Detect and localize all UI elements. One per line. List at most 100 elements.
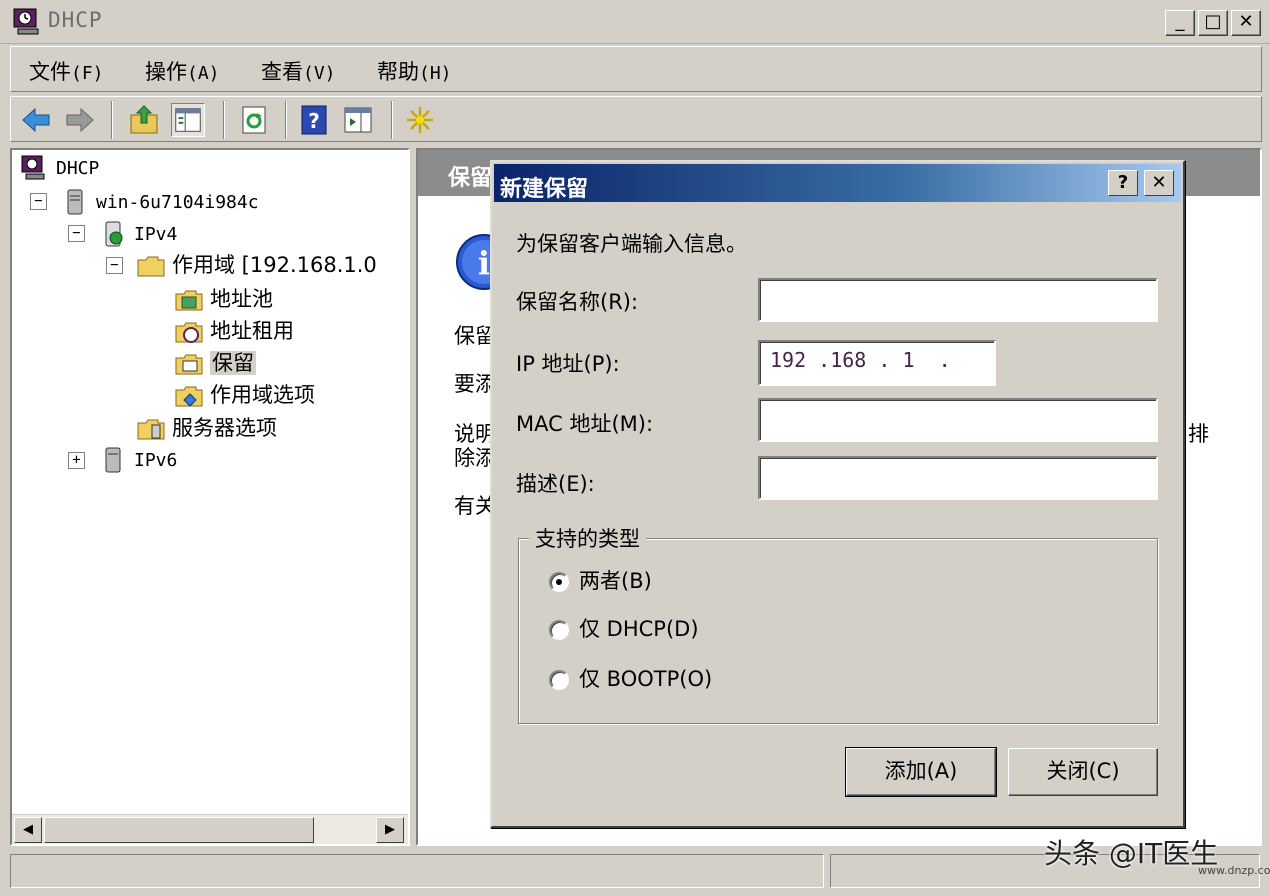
tree-node-ipv6[interactable]: IPv6 — [98, 444, 177, 474]
scroll-thumb[interactable] — [44, 817, 314, 843]
scroll-left-button[interactable]: ◀ — [14, 817, 42, 843]
dialog-prompt: 为保留客户端输入信息。 — [516, 232, 747, 256]
reservation-name-input[interactable] — [758, 278, 1158, 322]
tree-label: 保留 — [210, 351, 256, 375]
tree-collapse-toggle[interactable]: − — [106, 257, 123, 274]
folder-icon — [137, 256, 165, 277]
tree-node-reservations[interactable]: 保留 — [174, 348, 256, 378]
description-label: 描述(E): — [516, 472, 595, 496]
close-window-button[interactable]: ✕ — [1231, 10, 1261, 36]
radio-label: 仅 DHCP(D) — [579, 617, 699, 641]
menu-view[interactable]: 查看(V) — [261, 56, 336, 86]
tree-node-server[interactable]: win-6u7104i984c — [60, 186, 259, 216]
tree-label: IPv6 — [134, 450, 178, 471]
radio-label: 两者(B) — [579, 569, 652, 593]
watermark: 头条 @IT医生 — [1044, 837, 1219, 870]
tree-label: DHCP — [56, 158, 100, 179]
scroll-right-button[interactable]: ▶ — [376, 817, 404, 843]
back-icon[interactable] — [19, 103, 53, 137]
menu-bar: 文件(F) 操作(A) 查看(V) 帮助(H) — [10, 46, 1262, 92]
tree-node-ipv4[interactable]: IPv4 — [98, 218, 177, 248]
toolbar: ? — [10, 96, 1262, 142]
dialog-help-button[interactable]: ? — [1108, 170, 1138, 196]
status-panel — [10, 854, 824, 888]
maximize-button[interactable]: □ — [1198, 10, 1228, 36]
tree-node-scope-options[interactable]: 作用域选项 — [174, 380, 315, 410]
radio-both[interactable]: 两者(B) — [549, 565, 652, 595]
server-icon — [67, 189, 83, 215]
ip-address-label: IP 地址(P): — [516, 352, 620, 376]
supported-types-group: 支持的类型 两者(B) 仅 DHCP(D) 仅 BOOTP(O) — [518, 523, 1158, 724]
close-button[interactable]: 关闭(C) — [1008, 748, 1158, 796]
tree-label: 作用域选项 — [210, 383, 315, 407]
reservations-icon — [175, 354, 203, 375]
radio-button[interactable] — [549, 670, 569, 690]
radio-dhcp-only[interactable]: 仅 DHCP(D) — [549, 613, 699, 643]
scope-options-icon — [175, 386, 203, 407]
minimize-button[interactable]: _ — [1165, 10, 1195, 36]
description-input[interactable] — [758, 456, 1158, 500]
radio-label: 仅 BOOTP(O) — [579, 667, 713, 691]
menu-action-accel: (A) — [187, 63, 220, 84]
tree-node-scope[interactable]: 作用域 [192.168.1.0 — [136, 250, 377, 280]
details-text: 排 — [1188, 422, 1209, 446]
mac-address-input[interactable] — [758, 398, 1158, 442]
tree-node-address-pool[interactable]: 地址池 — [174, 284, 273, 314]
help-icon[interactable]: ? — [297, 103, 331, 137]
menu-file[interactable]: 文件(F) — [29, 56, 104, 86]
menu-file-label: 文件 — [29, 60, 71, 84]
toolbar-separator — [223, 101, 225, 139]
star-icon[interactable] — [403, 103, 437, 137]
tree-label: 作用域 [192.168.1.0 — [172, 253, 377, 277]
menu-help-accel: (H) — [419, 63, 452, 84]
address-leases-icon — [175, 322, 203, 343]
radio-bootp-only[interactable]: 仅 BOOTP(O) — [549, 663, 712, 693]
dialog-close-button[interactable]: ✕ — [1144, 170, 1174, 196]
watermark-url: www.dnzp.com — [1198, 864, 1270, 877]
mac-address-label: MAC 地址(M): — [516, 412, 654, 436]
console-tree[interactable]: DHCP − win-6u7104i984c − IPv4 − 作用域 [192… — [10, 148, 410, 846]
new-reservation-dialog: 新建保留 ? ✕ 为保留客户端输入信息。 保留名称(R): IP 地址(P): … — [490, 160, 1185, 828]
window-title: DHCP — [48, 8, 103, 32]
tree-collapse-toggle[interactable]: − — [68, 225, 85, 242]
tree-expand-toggle[interactable]: + — [68, 452, 85, 469]
dhcp-app-icon — [13, 8, 39, 35]
forward-icon[interactable] — [63, 103, 97, 137]
menu-file-accel: (F) — [71, 63, 104, 84]
svg-text:?: ? — [308, 109, 320, 133]
menu-help[interactable]: 帮助(H) — [377, 56, 452, 86]
action-pane-icon[interactable] — [341, 103, 375, 137]
ip-address-input[interactable]: 192 .168 . 1 . — [758, 340, 996, 386]
tree-label: win-6u7104i984c — [96, 192, 259, 213]
refresh-icon[interactable] — [237, 103, 271, 137]
svg-text:i: i — [478, 244, 490, 282]
menu-view-label: 查看 — [261, 60, 303, 84]
reservation-name-label: 保留名称(R): — [516, 290, 639, 314]
radio-button[interactable] — [549, 620, 569, 640]
dialog-title: 新建保留 — [500, 177, 589, 202]
menu-action-label: 操作 — [145, 60, 187, 84]
toolbar-separator — [285, 101, 287, 139]
add-button[interactable]: 添加(A) — [845, 747, 997, 797]
horizontal-scrollbar[interactable]: ◀ ▶ — [12, 814, 408, 844]
up-folder-icon[interactable] — [127, 103, 161, 137]
tree-node-address-leases[interactable]: 地址租用 — [174, 316, 294, 346]
title-bar[interactable]: DHCP _ □ ✕ — [0, 0, 1270, 44]
dialog-title-bar[interactable]: 新建保留 ? ✕ — [494, 164, 1181, 202]
ipv6-icon — [105, 447, 121, 473]
server-options-icon — [137, 419, 165, 440]
tree-collapse-toggle[interactable]: − — [30, 193, 47, 210]
tree-node-server-options[interactable]: 服务器选项 — [136, 413, 277, 443]
show-tree-icon[interactable] — [171, 103, 205, 137]
ipv4-icon — [105, 221, 123, 247]
dhcp-root-icon — [21, 155, 45, 180]
supported-types-label: 支持的类型 — [529, 523, 646, 553]
menu-help-label: 帮助 — [377, 60, 419, 84]
tree-label: 服务器选项 — [172, 416, 277, 440]
toolbar-separator — [111, 101, 113, 139]
menu-action[interactable]: 操作(A) — [145, 56, 220, 86]
radio-button-checked[interactable] — [549, 572, 569, 592]
tree-label: IPv4 — [134, 224, 178, 245]
toolbar-separator — [391, 101, 393, 139]
tree-node-dhcp[interactable]: DHCP — [20, 152, 99, 182]
